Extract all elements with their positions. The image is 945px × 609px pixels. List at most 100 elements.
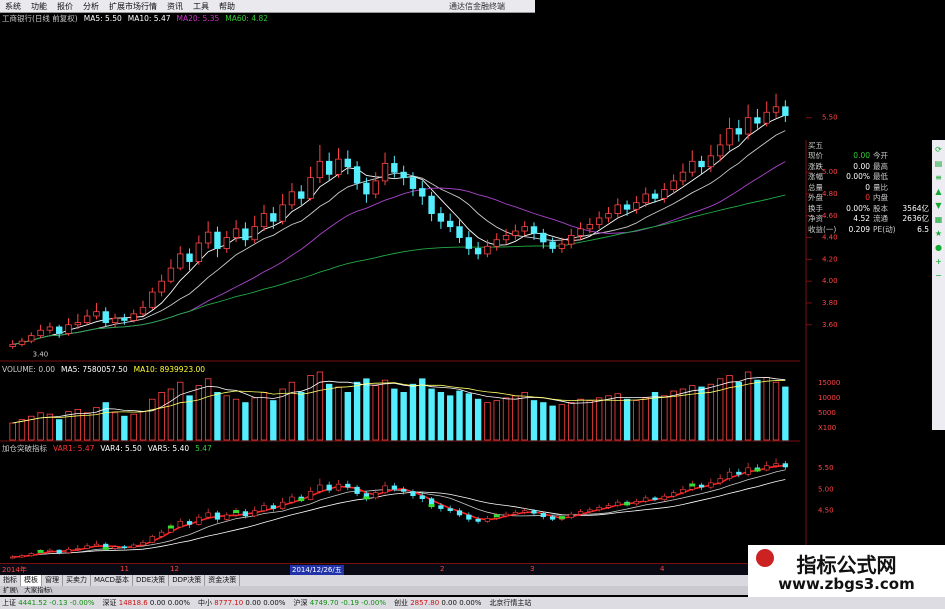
- toolbar-refresh-icon[interactable]: ⟳: [934, 145, 943, 154]
- volume-bar: [409, 383, 417, 441]
- volume-bar: [56, 419, 63, 441]
- indicator-candle: [587, 509, 593, 512]
- volume-bar: [307, 374, 314, 441]
- tab-ddp[interactable]: DDP决策: [169, 575, 206, 586]
- candle-up: [335, 158, 342, 175]
- quote-cell: 流通: [873, 214, 888, 224]
- volume-bar: [325, 383, 333, 441]
- quote-cell: 0.00: [853, 151, 870, 161]
- volume-bar: [270, 400, 277, 441]
- candle-up: [726, 128, 733, 146]
- indicator-candle: [373, 492, 379, 499]
- candle-up: [139, 306, 147, 315]
- volume-bar: [177, 381, 184, 441]
- toolbar-up-icon[interactable]: ▲: [934, 187, 943, 196]
- volume-bar: [447, 395, 454, 441]
- toolbar-chart-icon[interactable]: ▤: [934, 159, 943, 168]
- candle-up: [586, 224, 594, 230]
- volume-bar: [335, 386, 342, 441]
- candle-down: [400, 171, 407, 179]
- indicator-candle: [112, 546, 118, 549]
- quote-cell: 0.00: [853, 161, 870, 171]
- tab-dde[interactable]: DDE决策: [133, 575, 170, 586]
- quote-cell: 现价: [808, 151, 823, 161]
- date-axis-label: 2: [440, 565, 445, 573]
- index-quote[interactable]: 上证 4441.52 -0.13 -0.00%: [0, 598, 97, 608]
- tab-window[interactable]: 窗理: [42, 575, 63, 586]
- candle-down: [651, 193, 659, 199]
- subtab-extended[interactable]: 扩展\: [0, 586, 21, 595]
- volume-bar: [605, 395, 612, 441]
- date-axis-label: 12: [170, 565, 179, 573]
- price-axis-label: 3.80: [822, 299, 838, 307]
- toolbar-list-icon[interactable]: ≡: [934, 173, 943, 182]
- volume-bar: [214, 391, 221, 441]
- candle-up: [568, 234, 575, 245]
- quote-cell: 收益(一): [808, 224, 837, 234]
- indicator-candle: [289, 496, 295, 503]
- index-quote-part: 0.00: [245, 599, 264, 607]
- candle-down: [391, 163, 398, 173]
- date-axis-label: 11: [120, 565, 129, 573]
- index-quote-part: 0.00: [149, 599, 168, 607]
- indicator-candle: [140, 542, 146, 546]
- tab-fund[interactable]: 资金决策: [205, 575, 241, 586]
- candle-down: [530, 226, 538, 234]
- indicator-candle: [522, 510, 528, 513]
- index-quote-part: 8777.10: [214, 599, 246, 607]
- volume-bar: [195, 385, 203, 441]
- indicator-candle: [652, 497, 658, 500]
- watermark: 指标公式网 www.zbgs3.com: [748, 545, 945, 597]
- volume-bar: [512, 395, 519, 441]
- tab-template[interactable]: 模板: [21, 575, 42, 586]
- indicator-candle: [307, 491, 314, 500]
- volume-bar: [595, 397, 603, 441]
- subtab-common-indicators[interactable]: 大家指标\: [21, 586, 55, 595]
- toolbar-minus-icon[interactable]: −: [934, 271, 943, 280]
- tab-buy-sell-force[interactable]: 买卖力: [63, 575, 91, 586]
- volume-bar: [223, 395, 230, 441]
- toolbar-star-icon[interactable]: ★: [934, 229, 943, 238]
- price-axis-label: 4.00: [822, 277, 838, 285]
- indicator-candle: [615, 501, 621, 506]
- indicator-candle: [65, 548, 72, 554]
- kline-chart[interactable]: 5.505.004.804.604.404.204.003.803.603.40…: [0, 0, 945, 609]
- candle-up: [167, 267, 175, 282]
- candle-down: [344, 158, 351, 168]
- candle-up: [18, 340, 26, 345]
- indicator-candle: [56, 549, 62, 554]
- indicator-candle: [196, 516, 202, 525]
- quote-cell: 量比: [873, 182, 888, 192]
- volume-bar: [549, 405, 556, 441]
- candle-down: [456, 226, 463, 238]
- volume-legend-ma5: MA5: 7580057.50: [61, 365, 128, 374]
- volume-bar: [381, 379, 389, 441]
- volume-bar: [577, 398, 584, 441]
- toolbar-down-icon[interactable]: ▼: [934, 201, 943, 210]
- indicator-candle: [680, 488, 686, 494]
- index-quote[interactable]: 创业 2857.80 0.00 0.00%: [392, 598, 483, 608]
- indicator-candle: [466, 514, 472, 520]
- var1-line: [12, 464, 786, 558]
- index-quote[interactable]: 深证 14818.6 0.00 0.00%: [101, 598, 192, 608]
- index-quote[interactable]: 中小 8777.10 0.00 0.00%: [196, 598, 287, 608]
- quote-cell: 0: [865, 193, 870, 203]
- indicator-candle: [484, 518, 491, 522]
- indicator-signal-mark: [428, 504, 435, 508]
- tab-indicator[interactable]: 指标: [0, 575, 21, 586]
- quote-cell: 股本: [873, 203, 888, 213]
- indicator-candle: [28, 553, 34, 557]
- tab-macd[interactable]: MACD基本: [91, 575, 133, 586]
- volume-bar: [735, 381, 742, 441]
- indicator-signal-mark: [233, 510, 240, 514]
- volume-bar: [670, 390, 677, 441]
- indicator-candle: [568, 513, 574, 518]
- volume-ma10-line: [12, 380, 786, 424]
- toolbar-grid-icon[interactable]: ▦: [934, 215, 943, 224]
- volume-bar: [149, 398, 156, 441]
- index-quote[interactable]: 沪深 4749.70 -0.19 -0.00%: [291, 598, 388, 608]
- volume-bar: [540, 402, 547, 441]
- index-quote-part: 深证: [102, 599, 119, 607]
- toolbar-plus-icon[interactable]: +: [934, 257, 943, 266]
- toolbar-circle-icon[interactable]: ●: [934, 243, 943, 252]
